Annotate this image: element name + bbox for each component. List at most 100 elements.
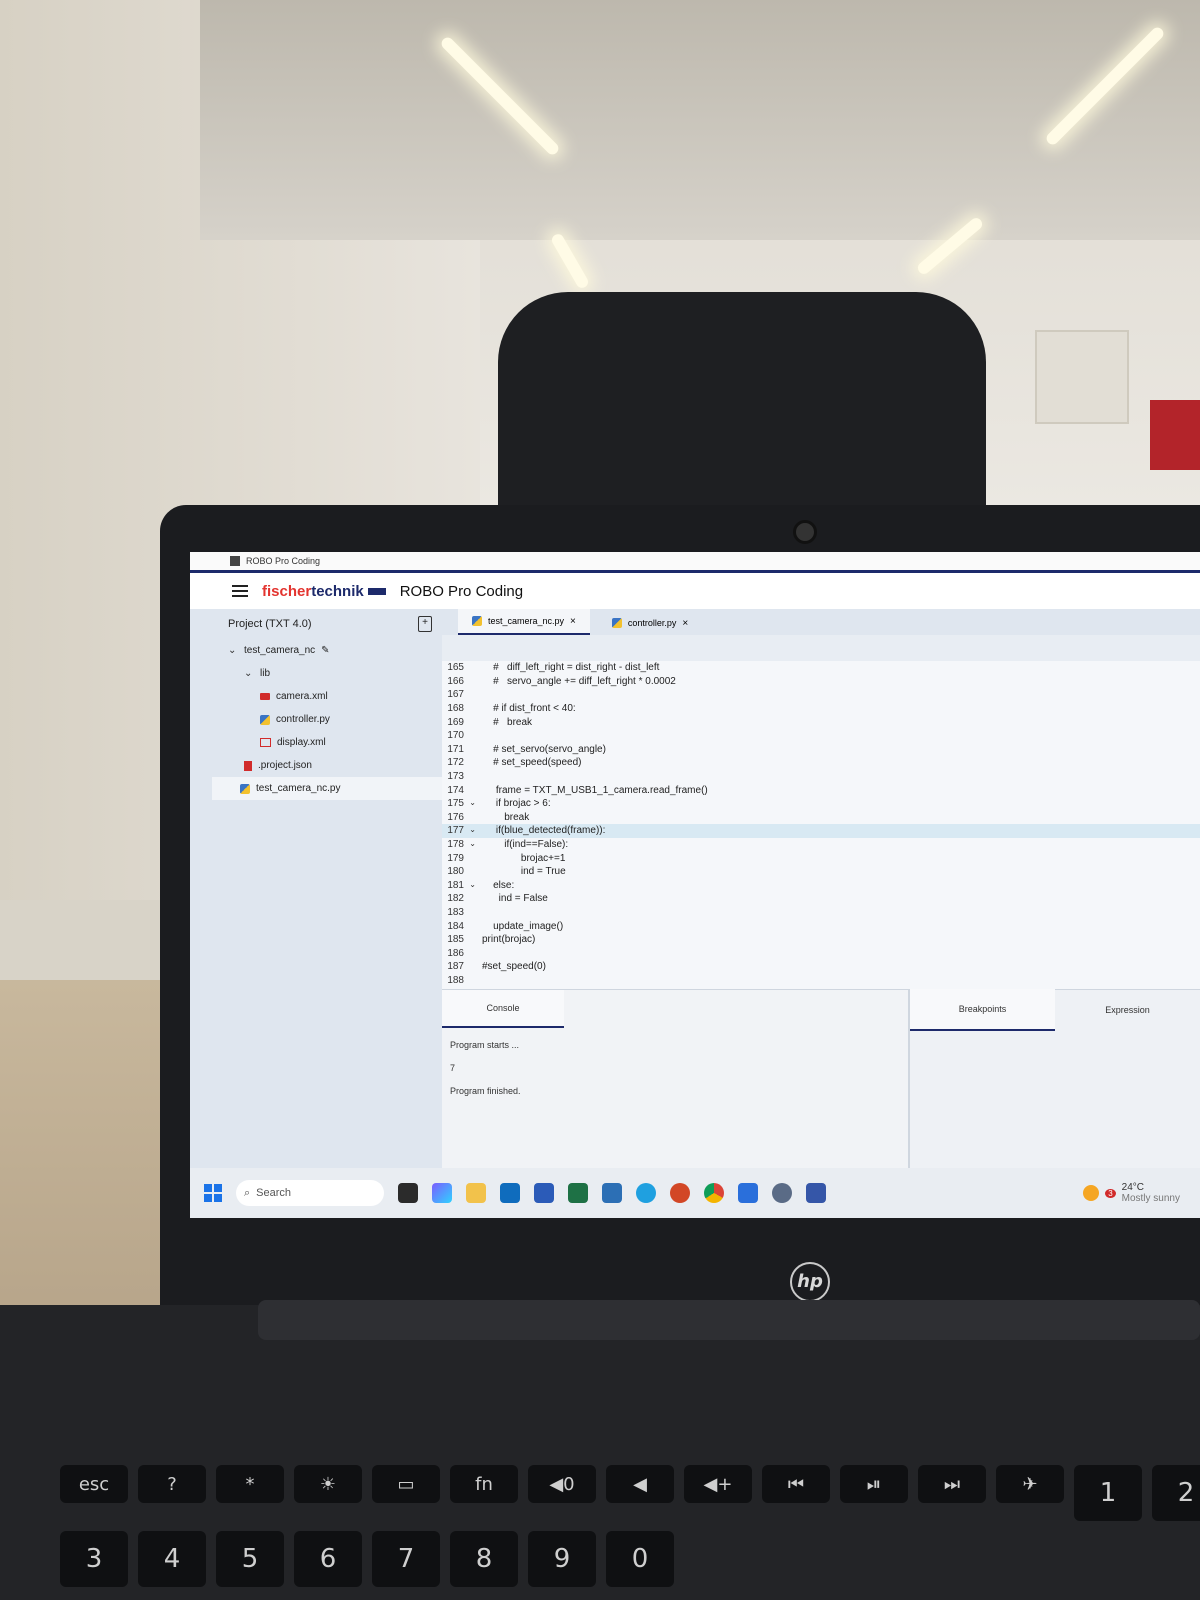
copilot-icon[interactable] xyxy=(432,1183,452,1203)
keyboard-key[interactable]: fn xyxy=(450,1465,518,1503)
powerpoint-icon[interactable] xyxy=(670,1183,690,1203)
code-line[interactable]: 179 brojac+=1 xyxy=(442,851,1200,865)
webcam xyxy=(793,520,817,544)
tab-test-camera-nc[interactable]: test_camera_nc.py × xyxy=(458,609,590,635)
keyboard-key[interactable]: ◀0 xyxy=(528,1465,596,1503)
store-icon[interactable] xyxy=(738,1183,758,1203)
weather-widget[interactable]: 3 24°C Mostly sunny xyxy=(1083,1182,1180,1204)
laptop-hinge xyxy=(258,1300,1200,1340)
chevron-down-icon[interactable]: ⌄ xyxy=(228,645,238,656)
windows-start-icon[interactable] xyxy=(204,1184,222,1202)
hamburger-menu-icon[interactable] xyxy=(232,585,248,597)
code-line[interactable]: 170 xyxy=(442,729,1200,743)
file-explorer-icon[interactable] xyxy=(466,1183,486,1203)
main-area: Project (TXT 4.0) + ⌄ test_camera_nc ✎ ⌄… xyxy=(190,609,1200,1168)
task-view-icon[interactable] xyxy=(398,1183,418,1203)
keyboard-key[interactable]: 6 xyxy=(294,1531,362,1587)
close-icon[interactable]: × xyxy=(682,618,688,629)
code-line[interactable]: 165 # diff_left_right = dist_right - dis… xyxy=(442,661,1200,675)
chevron-down-icon[interactable]: ⌄ xyxy=(244,668,254,679)
tab-console[interactable]: Console xyxy=(442,990,564,1028)
code-text: update_image() xyxy=(482,920,564,932)
chrome-icon[interactable] xyxy=(704,1183,724,1203)
code-line[interactable]: 168 # if dist_front < 40: xyxy=(442,702,1200,716)
code-line[interactable]: 176 break xyxy=(442,811,1200,825)
fold-chevron-icon[interactable]: ⌄ xyxy=(469,839,476,848)
keyboard-key[interactable]: ☀ xyxy=(294,1465,362,1503)
keyboard-key[interactable]: ◀+ xyxy=(684,1465,752,1503)
code-text: ind = False xyxy=(482,893,548,905)
keyboard-key[interactable]: ⏯ xyxy=(840,1465,908,1503)
keyboard-key[interactable]: ? xyxy=(138,1465,206,1503)
line-number: 188 xyxy=(447,974,464,986)
keyboard-key[interactable]: 2 xyxy=(1152,1465,1200,1521)
code-line[interactable]: 171 # set_servo(servo_angle) xyxy=(442,743,1200,757)
code-line[interactable]: 178 ⌄ if(ind==False): xyxy=(442,838,1200,852)
keyboard-key[interactable]: 1 xyxy=(1074,1465,1142,1521)
code-line[interactable]: 186 xyxy=(442,946,1200,960)
edge-icon[interactable] xyxy=(636,1183,656,1203)
code-line[interactable]: 166 # servo_angle += diff_left_right * 0… xyxy=(442,675,1200,689)
settings-gear-icon[interactable] xyxy=(772,1183,792,1203)
keyboard-key[interactable]: 5 xyxy=(216,1531,284,1587)
python-icon xyxy=(472,616,482,626)
code-line[interactable]: 184 update_image() xyxy=(442,919,1200,933)
keyboard-key[interactable]: ⏮ xyxy=(762,1465,830,1503)
keyboard-key[interactable]: esc xyxy=(60,1465,128,1503)
code-line[interactable]: 182 ind = False xyxy=(442,892,1200,906)
keyboard-key[interactable]: 3 xyxy=(60,1531,128,1587)
keyboard-key[interactable]: ◀ xyxy=(606,1465,674,1503)
code-line[interactable]: 183 xyxy=(442,906,1200,920)
code-line[interactable]: 181 ⌄ else: xyxy=(442,879,1200,893)
weather-sun-icon xyxy=(1083,1185,1100,1201)
tab-breakpoints[interactable]: Breakpoints xyxy=(910,989,1055,1031)
tree-item-controller-py[interactable]: controller.py xyxy=(228,708,442,731)
publisher-icon[interactable] xyxy=(602,1183,622,1203)
code-line[interactable]: 187 #set_speed(0) xyxy=(442,960,1200,974)
tree-item-project[interactable]: ⌄ test_camera_nc ✎ xyxy=(228,639,442,662)
keyboard-key[interactable]: * xyxy=(216,1465,284,1503)
tree-item-test-camera-py[interactable]: test_camera_nc.py xyxy=(212,777,442,800)
tab-expression[interactable]: Expression xyxy=(1055,990,1200,1030)
keyboard-key[interactable]: 9 xyxy=(528,1531,596,1587)
close-icon[interactable]: × xyxy=(570,616,576,627)
code-text: brojac+=1 xyxy=(482,852,566,864)
keyboard-key[interactable]: 8 xyxy=(450,1531,518,1587)
code-line[interactable]: 185 print(brojac) xyxy=(442,933,1200,947)
outlook-icon[interactable] xyxy=(500,1183,520,1203)
keyboard-key[interactable]: 0 xyxy=(606,1531,674,1587)
robo-pro-coding-icon[interactable] xyxy=(806,1183,826,1203)
tree-item-display-xml[interactable]: display.xml xyxy=(228,731,442,754)
keyboard-key[interactable]: ✈ xyxy=(996,1465,1064,1503)
fold-chevron-icon[interactable]: ⌄ xyxy=(469,825,476,834)
fold-chevron-icon[interactable]: ⌄ xyxy=(469,880,476,889)
new-file-icon[interactable]: + xyxy=(418,616,432,632)
code-text: frame = TXT_M_USB1_1_camera.read_frame() xyxy=(482,784,708,796)
code-line[interactable]: 180 ind = True xyxy=(442,865,1200,879)
code-line[interactable]: 167 xyxy=(442,688,1200,702)
tree-item-lib[interactable]: ⌄ lib xyxy=(228,662,442,685)
edit-icon[interactable]: ✎ xyxy=(321,645,329,656)
keyboard-key[interactable]: 7 xyxy=(372,1531,440,1587)
keyboard-key[interactable]: ⏭ xyxy=(918,1465,986,1503)
tree-item-camera-xml[interactable]: camera.xml xyxy=(228,685,442,708)
tree-item-project-json[interactable]: .project.json xyxy=(228,754,442,777)
code-text: #set_speed(0) xyxy=(482,961,546,973)
code-line[interactable]: 175 ⌄ if brojac > 6: xyxy=(442,797,1200,811)
code-editor[interactable]: 165 # diff_left_right = dist_right - dis… xyxy=(442,661,1200,989)
keyboard-key[interactable]: ▭ xyxy=(372,1465,440,1503)
code-line[interactable]: 173 xyxy=(442,770,1200,784)
code-line[interactable]: 188 xyxy=(442,974,1200,988)
keyboard-key[interactable]: 4 xyxy=(138,1531,206,1587)
code-line[interactable]: 169 # break xyxy=(442,715,1200,729)
taskbar-search[interactable]: ⌕ Search xyxy=(236,1180,384,1206)
console-line: 7 xyxy=(450,1063,456,1073)
code-line[interactable]: 174 frame = TXT_M_USB1_1_camera.read_fra… xyxy=(442,783,1200,797)
excel-icon[interactable] xyxy=(568,1183,588,1203)
word-icon[interactable] xyxy=(534,1183,554,1203)
fold-chevron-icon[interactable]: ⌄ xyxy=(469,798,476,807)
code-text: if(ind==False): xyxy=(482,839,569,851)
code-line[interactable]: 172 # set_speed(speed) xyxy=(442,756,1200,770)
code-line[interactable]: 177 ⌄ if(blue_detected(frame)): xyxy=(442,824,1200,838)
tab-controller[interactable]: controller.py × xyxy=(597,611,703,635)
